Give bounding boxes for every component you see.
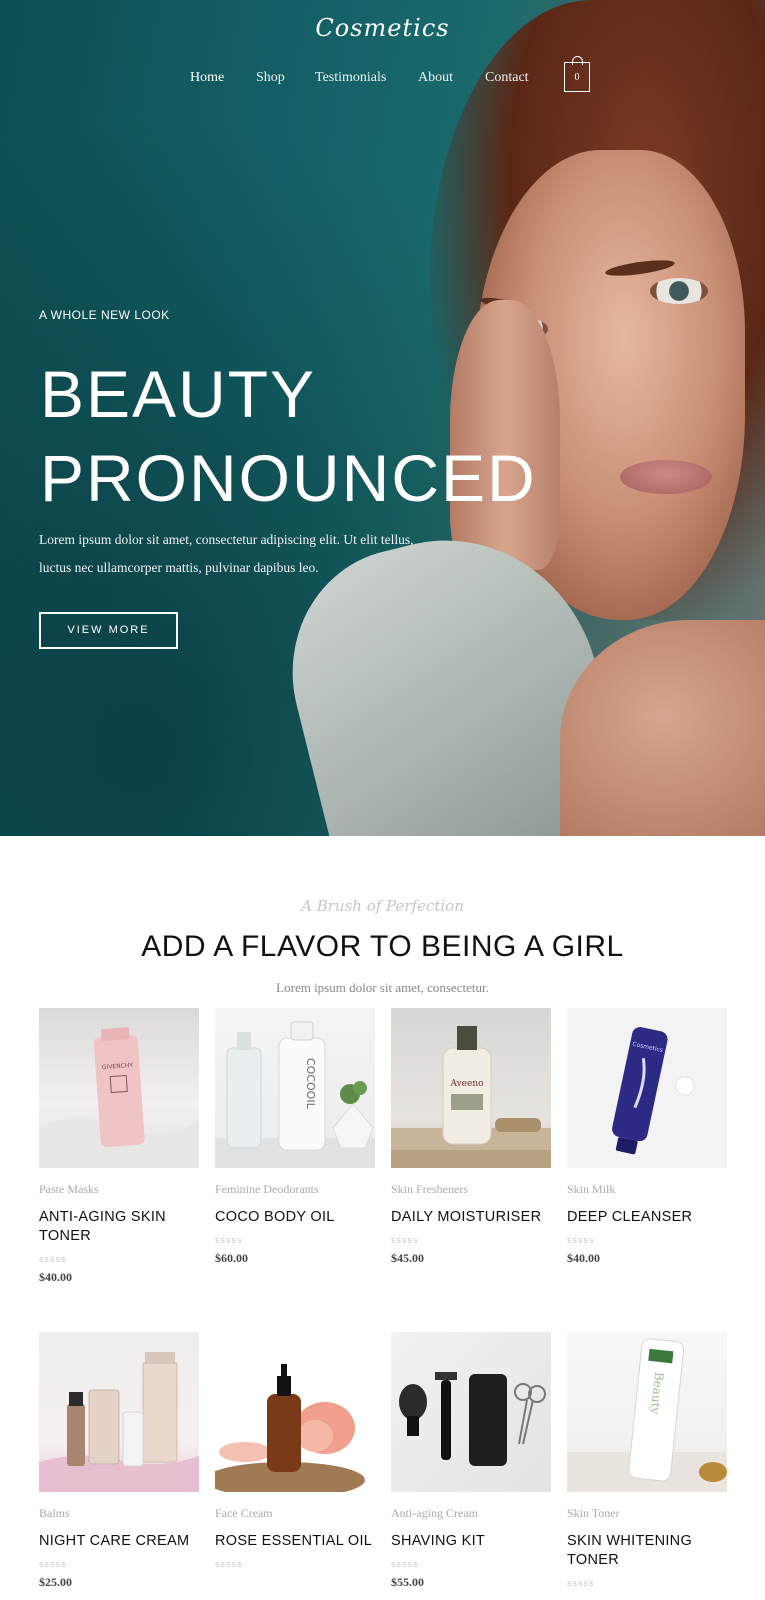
product-price: $60.00 (215, 1251, 248, 1265)
hero-title-line2: PRONOUNCED (40, 441, 537, 515)
product-image[interactable] (215, 1332, 375, 1492)
product-name[interactable]: SKIN WHITENING TONER (567, 1532, 727, 1570)
product-card[interactable]: Balms NIGHT CARE CREAM sssss $25.00 (39, 1332, 199, 1590)
product-image[interactable]: Beauty (567, 1332, 727, 1492)
product-price: $45.00 (391, 1251, 424, 1265)
nav-about[interactable]: About (418, 70, 453, 86)
hero-image-lips (620, 460, 712, 494)
product-name[interactable]: ANTI-AGING SKIN TONER (39, 1208, 199, 1246)
hero-section: Cosmetics Home Shop Testimonials About C… (0, 0, 765, 836)
product-rating: sssss (39, 1559, 67, 1569)
product-category[interactable]: Paste Masks (39, 1182, 199, 1198)
product-card[interactable]: COCOOIL Feminine Deodorants COCO BODY OI… (215, 1008, 375, 1266)
product-price: $55.00 (391, 1575, 424, 1589)
product-price: $25.00 (39, 1575, 72, 1589)
nav-contact[interactable]: Contact (485, 70, 529, 86)
product-rating: sssss (215, 1235, 243, 1245)
product-category[interactable]: Skin Toner (567, 1506, 727, 1522)
product-price: $40.00 (39, 1270, 72, 1284)
product-name[interactable]: DEEP CLEANSER (567, 1208, 727, 1227)
section-subtitle: Lorem ipsum dolor sit amet, consectetur. (276, 980, 489, 995)
product-card[interactable]: Face Cream ROSE ESSENTIAL OIL sssss (215, 1332, 375, 1575)
site-logo[interactable]: Cosmetics (0, 14, 765, 42)
product-card[interactable]: GIVENCHY Paste Masks ANTI-AGING SKIN TON… (39, 1008, 199, 1285)
product-name[interactable]: SHAVING KIT (391, 1532, 551, 1551)
cart-bag-icon[interactable]: 0 (564, 56, 590, 92)
product-image[interactable] (39, 1332, 199, 1492)
hero-tagline: A WHOLE NEW LOOK (39, 308, 170, 322)
hero-title: BEAUTY PRONOUNCED (40, 352, 537, 520)
nav-testimonials[interactable]: Testimonials (315, 70, 386, 86)
product-rating: sssss (391, 1235, 419, 1245)
view-more-button[interactable]: VIEW MORE (39, 612, 178, 649)
product-rating: sssss (567, 1578, 595, 1588)
product-image[interactable]: GIVENCHY (39, 1008, 199, 1168)
product-image[interactable]: COCOOIL (215, 1008, 375, 1168)
product-image[interactable]: Aveeno (391, 1008, 551, 1168)
cart-count: 0 (574, 72, 580, 83)
product-category[interactable]: Skin Fresheners (391, 1182, 551, 1198)
product-category[interactable]: Feminine Deodorants (215, 1182, 375, 1198)
hero-text-line2: luctus nec ullamcorper mattis, pulvinar … (39, 560, 319, 575)
product-category[interactable]: Skin Milk (567, 1182, 727, 1198)
product-rating: sssss (215, 1559, 243, 1569)
product-name[interactable]: NIGHT CARE CREAM (39, 1532, 199, 1551)
product-rating: sssss (39, 1254, 67, 1264)
product-image[interactable]: Cosmetics (567, 1008, 727, 1168)
product-label: Aveeno (449, 1079, 483, 1089)
product-rating: sssss (391, 1559, 419, 1569)
hero-text: Lorem ipsum dolor sit amet, consectetur … (39, 526, 459, 582)
product-category[interactable]: Balms (39, 1506, 199, 1522)
product-name[interactable]: COCO BODY OIL (215, 1208, 375, 1227)
product-category[interactable]: Face Cream (215, 1506, 375, 1522)
product-name[interactable]: DAILY MOISTURISER (391, 1208, 551, 1227)
product-category[interactable]: Anti-aging Cream (391, 1506, 551, 1522)
section-script-heading: A Brush of Perfection (301, 897, 464, 915)
nav-shop[interactable]: Shop (256, 70, 285, 86)
product-card[interactable]: Beauty Skin Toner SKIN WHITENING TONER s… (567, 1332, 727, 1594)
product-card[interactable]: Cosmetics Skin Milk DEEP CLEANSER sssss … (567, 1008, 727, 1266)
product-card[interactable]: Aveeno Skin Fresheners DAILY MOISTURISER… (391, 1008, 551, 1266)
section-title: ADD A FLAVOR TO BEING A GIRL (141, 930, 624, 963)
product-card[interactable]: Anti-aging Cream SHAVING KIT sssss $55.0… (391, 1332, 551, 1590)
product-name[interactable]: ROSE ESSENTIAL OIL (215, 1532, 375, 1551)
product-image[interactable] (391, 1332, 551, 1492)
hero-image-eye (650, 278, 708, 304)
nav-home[interactable]: Home (190, 70, 224, 86)
product-rating: sssss (567, 1235, 595, 1245)
product-label: COCOOIL (304, 1058, 317, 1110)
main-nav: Home Shop Testimonials About Contact 0 (0, 56, 765, 96)
hero-text-line1: Lorem ipsum dolor sit amet, consectetur … (39, 532, 414, 547)
hero-title-line1: BEAUTY (40, 357, 317, 431)
product-price: $40.00 (567, 1251, 600, 1265)
